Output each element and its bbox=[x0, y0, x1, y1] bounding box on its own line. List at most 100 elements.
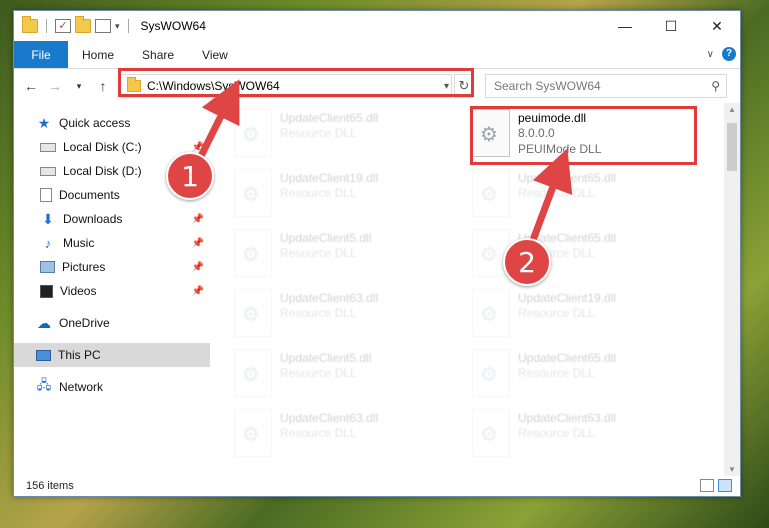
sidebar-item-label: Videos bbox=[60, 284, 97, 298]
toolbar-divider bbox=[127, 19, 129, 33]
maximize-button[interactable]: ☐ bbox=[648, 11, 694, 41]
tab-file[interactable]: File bbox=[14, 41, 68, 68]
sidebar-item-label: Pictures bbox=[62, 260, 106, 274]
details-view-icon[interactable] bbox=[700, 479, 714, 492]
dll-file-icon bbox=[234, 289, 272, 337]
item-count: 156 items bbox=[26, 480, 74, 492]
sidebar-item-this-pc[interactable]: This PC bbox=[14, 343, 210, 367]
tab-home[interactable]: Home bbox=[68, 41, 128, 68]
recent-locations-icon[interactable]: ▾ bbox=[68, 75, 90, 97]
file-name: UpdateClient5.dll bbox=[280, 351, 372, 365]
window-title: SysWOW64 bbox=[140, 19, 206, 33]
dll-file-icon bbox=[472, 169, 510, 217]
scroll-down-icon[interactable]: ▼ bbox=[724, 465, 740, 474]
file-type: Resource DLL bbox=[280, 126, 357, 140]
pin-icon[interactable]: 📌 bbox=[192, 214, 204, 225]
dll-file-icon bbox=[472, 349, 510, 397]
dll-file-icon bbox=[472, 289, 510, 337]
scrollbar-thumb[interactable] bbox=[727, 123, 737, 171]
sidebar-item-label: Local Disk (C:) bbox=[63, 140, 142, 154]
forward-arrow-icon[interactable]: → bbox=[44, 75, 66, 97]
file-type: Resource DLL bbox=[280, 366, 357, 380]
pin-icon[interactable]: 📌 bbox=[192, 142, 204, 153]
file-name: UpdateClient63.dll bbox=[280, 411, 379, 425]
file-item[interactable]: UpdateClient65.dllResource DLL bbox=[472, 169, 692, 229]
file-item[interactable]: UpdateClient19.dllResource DLL bbox=[234, 169, 454, 229]
file-name: UpdateClient19.dll bbox=[280, 171, 379, 185]
file-name: UpdateClient65.dll bbox=[518, 171, 617, 185]
file-name: UpdateClient63.dll bbox=[280, 291, 379, 305]
sidebar-item-pictures[interactable]: Pictures 📌 bbox=[14, 255, 210, 279]
file-item[interactable]: UpdateClient5.dllResource DLL bbox=[234, 349, 454, 409]
help-icon[interactable]: ? bbox=[722, 47, 736, 61]
sidebar-item-music[interactable]: ♪ Music 📌 bbox=[14, 231, 210, 255]
file-item[interactable]: UpdateClient65.dllResource DLL bbox=[472, 349, 692, 409]
pc-icon bbox=[36, 349, 51, 361]
title-bar: ✓ ▾ SysWOW64 — ☐ ✕ bbox=[14, 11, 740, 41]
drive-icon bbox=[40, 166, 56, 176]
tab-view[interactable]: View bbox=[188, 41, 242, 68]
dll-file-icon bbox=[472, 409, 510, 457]
tab-share[interactable]: Share bbox=[128, 41, 188, 68]
file-type: Resource DLL bbox=[518, 306, 595, 320]
file-item[interactable]: UpdateClient19.dllResource DLL bbox=[472, 289, 692, 349]
window-controls: — ☐ ✕ bbox=[602, 11, 740, 41]
back-arrow-icon[interactable]: ← bbox=[20, 75, 42, 97]
sidebar-item-downloads[interactable]: ⬇ Downloads 📌 bbox=[14, 207, 210, 231]
close-button[interactable]: ✕ bbox=[694, 11, 740, 41]
expand-ribbon-icon[interactable]: ∨ bbox=[707, 49, 714, 60]
customize-toolbar-icon[interactable] bbox=[95, 19, 111, 33]
network-icon: 🖧 bbox=[36, 377, 52, 392]
search-input[interactable]: Search SysWOW64 ⚲ bbox=[485, 74, 727, 98]
file-item[interactable]: UpdateClient65.dllResource DLL bbox=[234, 109, 454, 169]
step-2-badge: 2 bbox=[503, 238, 551, 286]
search-icon[interactable]: ⚲ bbox=[711, 79, 720, 93]
dll-file-icon bbox=[234, 109, 272, 157]
status-bar: 156 items bbox=[14, 476, 740, 496]
view-toggle bbox=[700, 479, 732, 492]
file-type: Resource DLL bbox=[518, 426, 595, 440]
file-name: UpdateClient65.dll bbox=[518, 351, 617, 365]
file-type: Resource DLL bbox=[280, 246, 357, 260]
file-type: Resource DLL bbox=[280, 306, 357, 320]
sidebar-item-label: Local Disk (D:) bbox=[63, 164, 142, 178]
ribbon-tabs: File Home Share View ∨ ? bbox=[14, 41, 740, 69]
sidebar-item-onedrive[interactable]: ☁ OneDrive bbox=[14, 311, 210, 335]
toolbar-dropdown-icon[interactable]: ▾ bbox=[115, 21, 120, 32]
drive-icon bbox=[40, 142, 56, 152]
sidebar-item-network[interactable]: 🖧 Network bbox=[14, 375, 210, 399]
address-highlight-box bbox=[118, 68, 474, 97]
new-folder-icon[interactable] bbox=[75, 16, 91, 33]
scroll-up-icon[interactable]: ▲ bbox=[724, 105, 740, 114]
file-item[interactable]: UpdateClient63.dllResource DLL bbox=[234, 289, 454, 349]
tiles-view-icon[interactable] bbox=[718, 479, 732, 492]
file-type: Resource DLL bbox=[518, 366, 595, 380]
file-highlight-box bbox=[470, 106, 697, 165]
sidebar-item-label: Music bbox=[63, 236, 95, 250]
file-item[interactable]: UpdateClient63.dllResource DLL bbox=[472, 409, 692, 469]
file-type: Resource DLL bbox=[280, 426, 357, 440]
music-icon: ♪ bbox=[44, 235, 52, 251]
file-name: UpdateClient65.dll bbox=[280, 111, 379, 125]
file-type: Resource DLL bbox=[518, 186, 595, 200]
sidebar-item-videos[interactable]: Videos 📌 bbox=[14, 279, 210, 303]
file-type: Resource DLL bbox=[280, 186, 357, 200]
properties-check-icon[interactable]: ✓ bbox=[55, 19, 71, 33]
pin-icon[interactable]: 📌 bbox=[192, 238, 204, 249]
file-item[interactable]: UpdateClient63.dllResource DLL bbox=[234, 409, 454, 469]
dll-file-icon bbox=[234, 169, 272, 217]
videos-icon bbox=[40, 284, 53, 298]
file-item[interactable]: UpdateClient5.dllResource DLL bbox=[234, 229, 454, 289]
sidebar-item-quick-access[interactable]: ★ Quick access bbox=[14, 111, 210, 135]
pin-icon[interactable]: 📌 bbox=[192, 262, 204, 273]
sidebar-item-label: This PC bbox=[58, 348, 101, 362]
up-arrow-icon[interactable]: ↑ bbox=[92, 75, 114, 97]
minimize-button[interactable]: — bbox=[602, 11, 648, 41]
search-placeholder: Search SysWOW64 bbox=[494, 79, 601, 93]
downloads-icon: ⬇ bbox=[42, 210, 54, 227]
pictures-icon bbox=[40, 261, 55, 273]
vertical-scrollbar[interactable]: ▲ ▼ bbox=[724, 103, 740, 476]
pin-icon[interactable]: 📌 bbox=[192, 286, 204, 297]
toolbar-divider bbox=[46, 19, 47, 33]
step-1-badge: 1 bbox=[166, 152, 214, 200]
